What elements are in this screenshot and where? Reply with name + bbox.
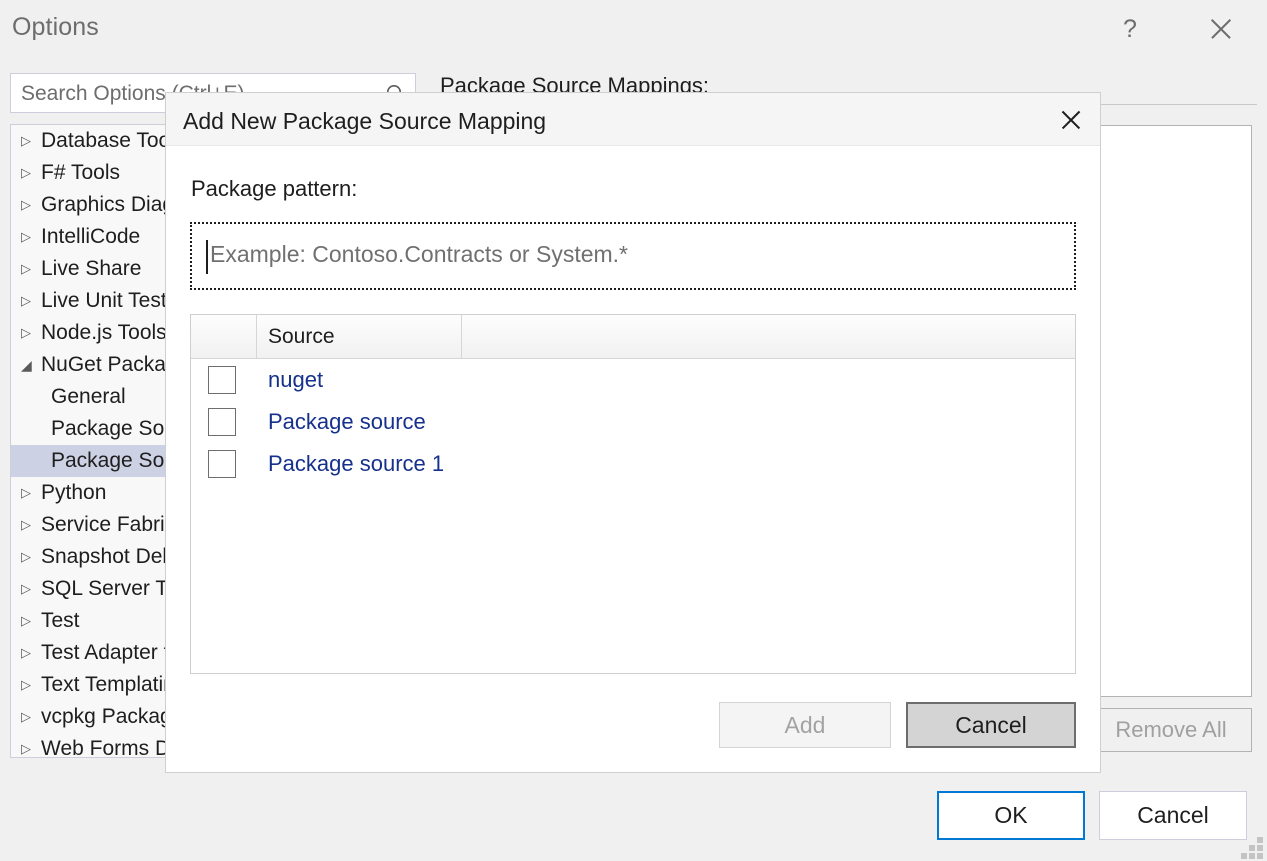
chevron-right-icon[interactable] [21, 549, 41, 565]
modal-cancel-label: Cancel [955, 712, 1027, 739]
grip-dot [1257, 845, 1263, 851]
close-button[interactable] [1199, 7, 1243, 51]
chevron-right-icon[interactable] [21, 197, 41, 213]
chevron-right-icon[interactable] [21, 325, 41, 341]
grip-dot [1249, 845, 1255, 851]
source-checkbox[interactable] [208, 366, 236, 394]
modal-titlebar: Add New Package Source Mapping [166, 93, 1100, 146]
source-name: nuget [268, 367, 323, 393]
grip-dot [1257, 837, 1263, 843]
cancel-button[interactable]: Cancel [1099, 791, 1247, 840]
chevron-right-icon[interactable] [21, 645, 41, 661]
tree-item-label: Python [41, 481, 106, 505]
column-header-source[interactable]: Source [257, 315, 462, 358]
source-name: Package source [268, 409, 426, 435]
package-pattern-input[interactable]: Example: Contoso.Contracts or System.* [190, 222, 1076, 290]
source-table-body: nuget Package source Package source 1 [191, 359, 1075, 485]
grip-dot [1249, 853, 1255, 859]
chevron-right-icon[interactable] [21, 261, 41, 277]
chevron-right-icon[interactable] [21, 293, 41, 309]
tree-item-label: Database Tools [41, 129, 185, 153]
close-icon [1208, 16, 1234, 42]
chevron-right-icon[interactable] [21, 677, 41, 693]
tree-item-label: Node.js Tools [41, 321, 167, 345]
modal-title: Add New Package Source Mapping [183, 108, 546, 135]
page-title: Options [12, 13, 99, 42]
tree-item-label: IntelliCode [41, 225, 140, 249]
table-row[interactable]: nuget [191, 359, 1075, 401]
source-name: Package source 1 [268, 451, 444, 477]
table-row[interactable]: Package source [191, 401, 1075, 443]
tree-item-label: General [51, 385, 126, 409]
tree-item-label: F# Tools [41, 161, 120, 185]
grip-dot [1241, 853, 1247, 859]
chevron-right-icon[interactable] [21, 709, 41, 725]
remove-all-button[interactable]: Remove All [1090, 708, 1252, 752]
chevron-right-icon[interactable] [21, 581, 41, 597]
screen: Options ? Search Options (Ctrl+E) Databa… [0, 0, 1267, 861]
column-header-checkbox[interactable] [191, 315, 257, 358]
table-row[interactable]: Package source 1 [191, 443, 1075, 485]
source-table-header: Source [191, 315, 1075, 359]
add-label: Add [785, 712, 826, 739]
text-caret [206, 240, 208, 274]
source-checkbox[interactable] [208, 450, 236, 478]
help-button[interactable]: ? [1108, 7, 1152, 51]
grip-dot [1257, 853, 1263, 859]
modal-cancel-button[interactable]: Cancel [906, 702, 1076, 748]
question-mark-icon: ? [1123, 15, 1137, 44]
package-pattern-label: Package pattern: [191, 176, 357, 202]
chevron-right-icon[interactable] [21, 517, 41, 533]
chevron-right-icon[interactable] [21, 741, 41, 757]
resize-grip[interactable] [1237, 831, 1263, 857]
source-table[interactable]: Source nuget Package source Package source… [190, 314, 1076, 674]
chevron-right-icon[interactable] [21, 613, 41, 629]
chevron-down-icon[interactable] [21, 357, 41, 374]
chevron-right-icon[interactable] [21, 133, 41, 149]
cancel-label: Cancel [1137, 802, 1209, 829]
remove-all-label: Remove All [1115, 717, 1226, 743]
ok-button[interactable]: OK [937, 791, 1085, 840]
chevron-right-icon[interactable] [21, 485, 41, 501]
add-package-source-mapping-dialog: Add New Package Source Mapping Package p… [165, 92, 1101, 773]
tree-item-label: Test [41, 609, 80, 633]
chevron-right-icon[interactable] [21, 165, 41, 181]
modal-close-button[interactable] [1052, 102, 1090, 138]
chevron-right-icon[interactable] [21, 229, 41, 245]
package-pattern-placeholder: Example: Contoso.Contracts or System.* [210, 241, 628, 268]
ok-label: OK [994, 802, 1027, 829]
column-header-spacer [462, 315, 1075, 358]
add-button[interactable]: Add [719, 702, 891, 748]
options-titlebar: Options ? [0, 0, 1267, 58]
close-icon [1059, 108, 1083, 132]
tree-item-label: Live Share [41, 257, 141, 281]
source-checkbox[interactable] [208, 408, 236, 436]
